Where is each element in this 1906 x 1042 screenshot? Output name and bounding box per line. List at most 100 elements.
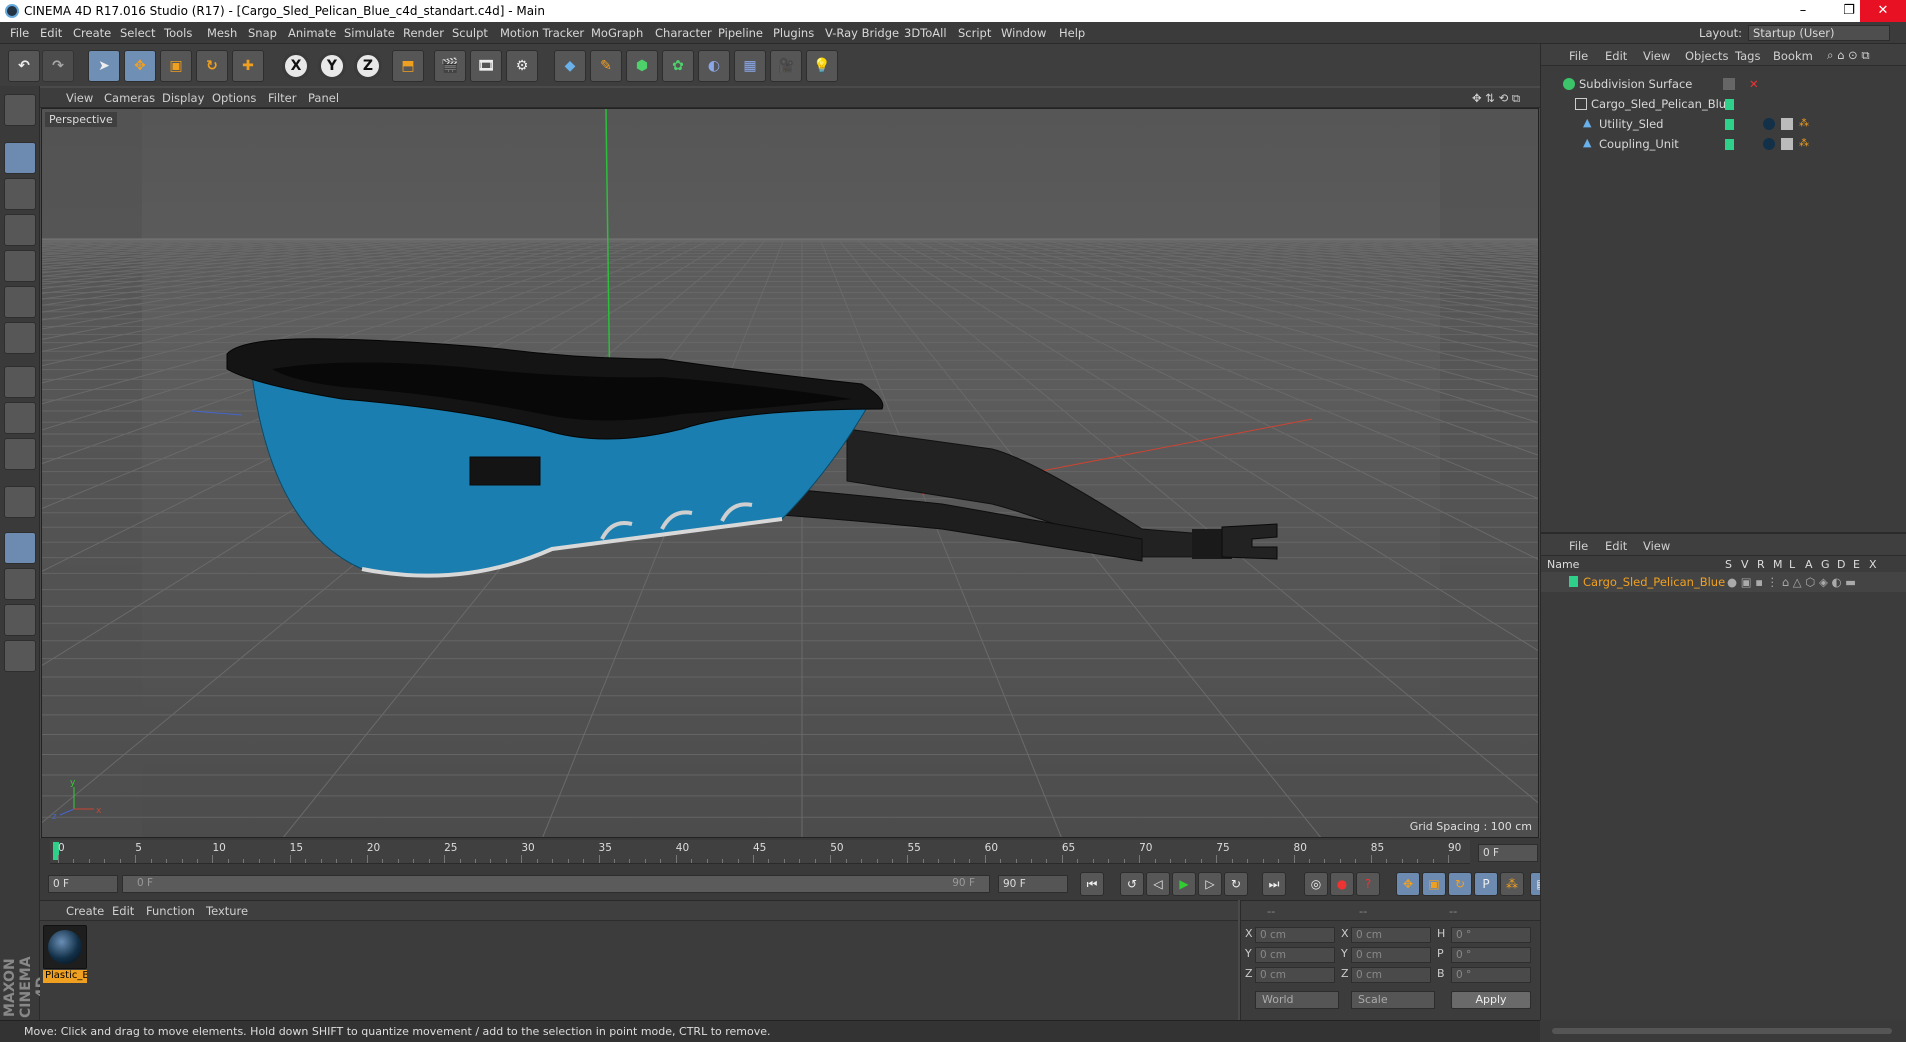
texture-tag-icon[interactable] — [1781, 118, 1793, 130]
object-row-cargo-sled[interactable]: Cargo_Sled_Pelican_Blue — [1541, 94, 1906, 114]
autokey-icon[interactable]: ? — [1356, 872, 1380, 896]
menu-file[interactable]: File — [10, 26, 29, 40]
object-name[interactable]: Subdivision Surface — [1579, 77, 1692, 91]
frame-range-slider[interactable]: 0 F 90 F — [122, 875, 990, 893]
column-expressions[interactable]: E — [1853, 558, 1860, 571]
menu-simulate[interactable]: Simulate — [344, 26, 395, 40]
light-icon[interactable]: 💡 — [806, 50, 838, 82]
menu-snap[interactable]: Snap — [248, 26, 277, 40]
position-z-field[interactable]: 0 cm — [1255, 967, 1335, 983]
x-axis-lock-button[interactable]: X — [282, 52, 310, 80]
tweak-mode-icon[interactable] — [4, 402, 36, 434]
next-frame-icon[interactable]: ▷ — [1198, 872, 1222, 896]
play-icon[interactable]: ▶ — [1172, 872, 1196, 896]
menu-tools[interactable]: Tools — [164, 26, 192, 40]
scrollbar-thumb[interactable] — [1552, 1028, 1892, 1034]
menu-help[interactable]: Help — [1059, 26, 1085, 40]
om-search-icons[interactable]: ⌕ ⌂ ⊙ ⧉ — [1827, 48, 1870, 63]
coordinate-system-icon[interactable]: ⬒ — [392, 50, 424, 82]
om-menu-file[interactable]: File — [1569, 49, 1588, 63]
points-mode-icon[interactable] — [4, 250, 36, 282]
previous-frame-icon[interactable]: ◁ — [1146, 872, 1170, 896]
material-tag-icon[interactable] — [1763, 118, 1775, 130]
lm-menu-file[interactable]: File — [1569, 539, 1588, 553]
layer-name[interactable]: Cargo_Sled_Pelican_Blue — [1583, 575, 1725, 589]
object-row-coupling-unit[interactable]: ▲ Coupling_Unit ⁂ — [1541, 134, 1906, 154]
object-name[interactable]: Utility_Sled — [1599, 117, 1663, 131]
key-position-icon[interactable]: ✥ — [1396, 872, 1420, 896]
layer-color-icon[interactable] — [1569, 576, 1578, 587]
layout-selector[interactable]: Layout: Startup (User) — [1699, 25, 1890, 41]
locked-workplane-icon[interactable] — [4, 568, 36, 600]
edit-check-icon[interactable] — [1723, 78, 1735, 90]
close-button[interactable]: ✕ — [1860, 0, 1906, 22]
previous-key-icon[interactable]: ↺ — [1120, 872, 1144, 896]
cloner-icon[interactable]: ✿ — [662, 50, 694, 82]
key-pla-icon[interactable]: ⁂ — [1500, 872, 1524, 896]
om-menu-edit[interactable]: Edit — [1605, 49, 1627, 63]
lm-menu-edit[interactable]: Edit — [1605, 539, 1627, 553]
column-animation[interactable]: A — [1805, 558, 1813, 571]
go-to-start-icon[interactable]: ⏮ — [1080, 872, 1104, 896]
menu-script[interactable]: Script — [958, 26, 991, 40]
layer-color-icon[interactable] — [1725, 119, 1734, 130]
viewport-menu-panel[interactable]: Panel — [308, 91, 339, 105]
material-menu-create[interactable]: Create — [66, 904, 104, 918]
layer-scrollbar[interactable] — [1540, 1020, 1906, 1042]
column-deformers[interactable]: D — [1837, 558, 1845, 571]
material-tag-icon[interactable] — [1763, 138, 1775, 150]
go-to-end-icon[interactable]: ⏭ — [1262, 872, 1286, 896]
column-xref[interactable]: X — [1869, 558, 1877, 571]
menu-animate[interactable]: Animate — [288, 26, 336, 40]
viewport-menu-view[interactable]: View — [66, 91, 93, 105]
camera-icon[interactable]: 🎥 — [770, 50, 802, 82]
axis-mode-icon[interactable] — [4, 366, 36, 398]
menu-3dtoall[interactable]: 3DToAll — [904, 26, 947, 40]
material-thumbnail[interactable] — [43, 925, 87, 969]
material-name-label[interactable]: Plastic_B — [43, 970, 87, 983]
edges-mode-icon[interactable] — [4, 286, 36, 318]
apply-button[interactable]: Apply — [1451, 991, 1531, 1009]
size-z-field[interactable]: 0 cm — [1351, 967, 1431, 983]
viewport-menu-filter[interactable]: Filter — [268, 91, 296, 105]
menu-pipeline[interactable]: Pipeline — [718, 26, 763, 40]
python-script-2-icon[interactable] — [4, 640, 36, 672]
menu-create[interactable]: Create — [73, 26, 111, 40]
disabled-x-icon[interactable]: ✕ — [1749, 77, 1759, 91]
solo-mode-icon[interactable] — [4, 438, 36, 470]
menu-select[interactable]: Select — [120, 26, 155, 40]
menu-motion-tracker[interactable]: Motion Tracker — [500, 26, 584, 40]
floor-icon[interactable]: ▦ — [734, 50, 766, 82]
spline-pen-icon[interactable]: ✎ — [590, 50, 622, 82]
menu-mograph[interactable]: MoGraph — [591, 26, 643, 40]
material-menu-texture[interactable]: Texture — [206, 904, 248, 918]
workplane-mode-icon[interactable] — [4, 214, 36, 246]
timeline-ruler[interactable]: 0 5 10 15 20 25 30 35 40 45 50 55 60 65 70 75 80 85 90 — [50, 840, 1470, 864]
column-visible[interactable]: V — [1741, 558, 1749, 571]
key-scale-icon[interactable]: ▣ — [1422, 872, 1446, 896]
snap-icon[interactable] — [4, 486, 36, 518]
column-solo[interactable]: S — [1725, 558, 1732, 571]
object-name[interactable]: Cargo_Sled_Pelican_Blue — [1591, 97, 1733, 111]
size-y-field[interactable]: 0 cm — [1351, 947, 1431, 963]
phong-tag-icon[interactable]: ⁂ — [1799, 138, 1811, 150]
object-row-subdivision-surface[interactable]: Subdivision Surface ✕ — [1541, 74, 1906, 94]
menu-edit[interactable]: Edit — [40, 26, 62, 40]
render-settings-icon[interactable]: ⚙ — [506, 50, 538, 82]
scale-tool-icon[interactable]: ▣ — [160, 50, 192, 82]
menu-mesh[interactable]: Mesh — [207, 26, 237, 40]
3d-viewport[interactable]: y x z Perspective Grid Spacing : 100 cm — [41, 108, 1539, 838]
coordinate-system-dropdown[interactable]: World — [1255, 991, 1339, 1009]
size-mode-dropdown[interactable]: Scale — [1351, 991, 1435, 1009]
lm-menu-view[interactable]: View — [1643, 539, 1670, 553]
viewport-menu-display[interactable]: Display — [162, 91, 204, 105]
material-menu-function[interactable]: Function — [146, 904, 195, 918]
end-frame-field[interactable]: 90 F — [998, 875, 1068, 893]
deformer-icon[interactable]: ◐ — [698, 50, 730, 82]
polygons-mode-icon[interactable] — [4, 322, 36, 354]
layer-color-icon[interactable] — [1725, 139, 1734, 150]
column-generators[interactable]: G — [1821, 558, 1830, 571]
menu-window[interactable]: Window — [1001, 26, 1046, 40]
key-rotation-icon[interactable]: ↻ — [1448, 872, 1472, 896]
last-tool-icon[interactable]: ✚ — [232, 50, 264, 82]
